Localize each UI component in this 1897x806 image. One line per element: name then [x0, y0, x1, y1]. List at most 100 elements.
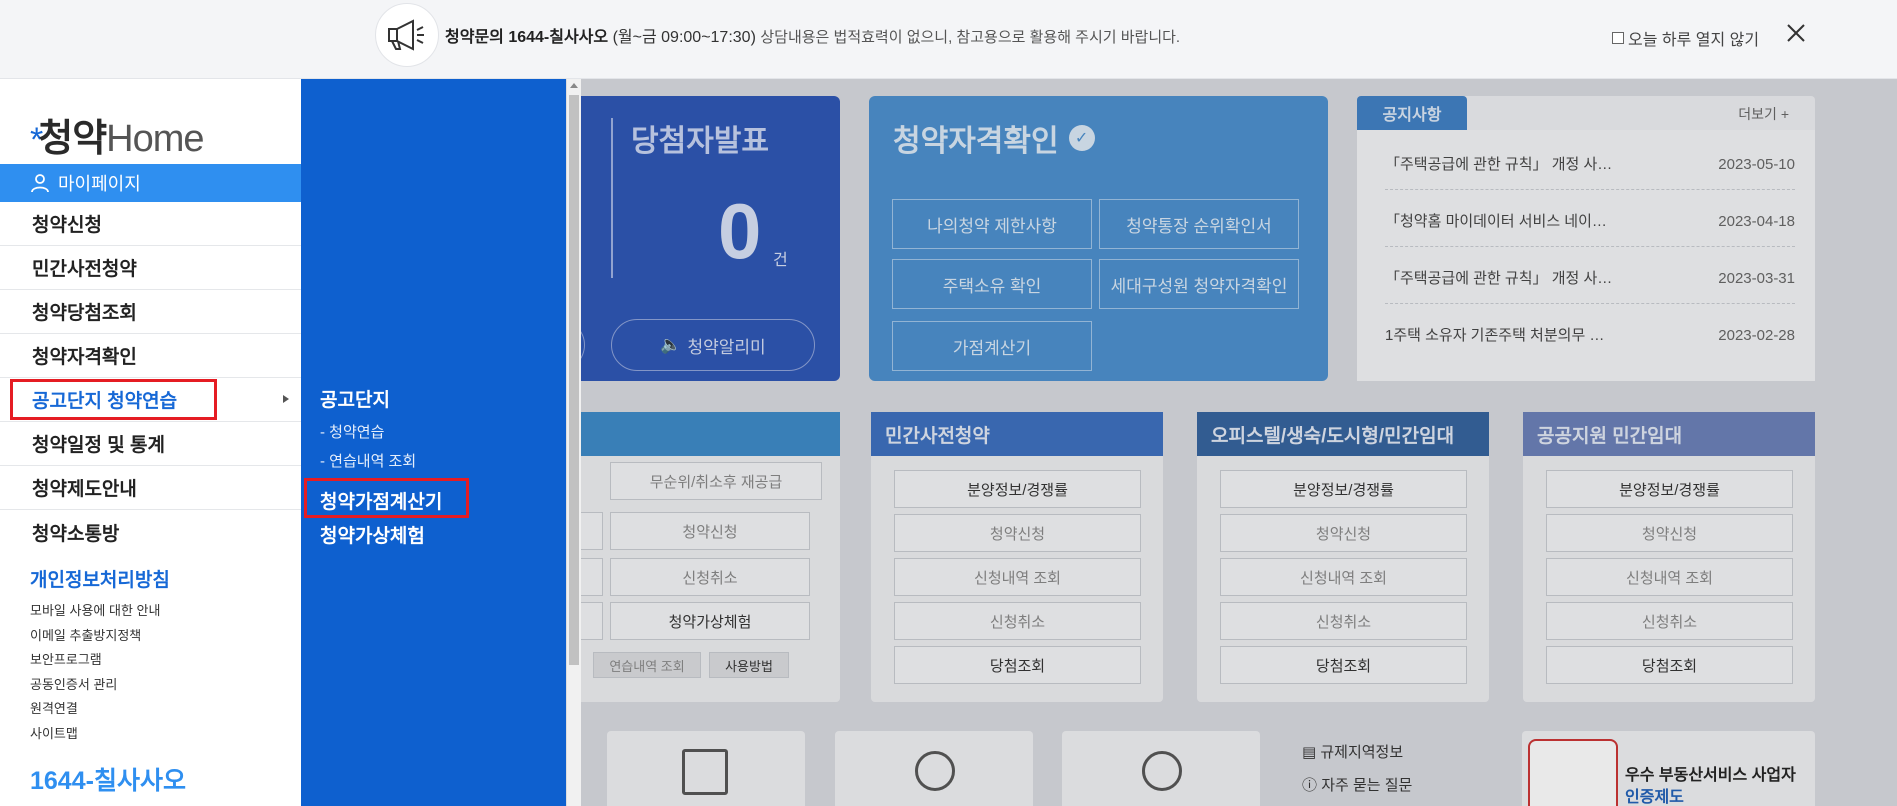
- submenu-point-calculator[interactable]: 청약가점계산기: [320, 487, 442, 514]
- regulation-link[interactable]: ▤ 규제지역정보: [1302, 741, 1403, 762]
- regulation-label[interactable]: 규제지역정보: [1320, 744, 1403, 761]
- notice-row[interactable]: 1주택 소유자 기존주택 처분의무 … 2023-02-28: [1385, 304, 1795, 361]
- virtual-experience-cell[interactable]: 청약가상체험: [610, 602, 810, 640]
- menu-item-winner-check[interactable]: 청약당첨조회: [0, 290, 301, 334]
- menu-label[interactable]: 청약일정 및 통계: [32, 430, 165, 457]
- notice-text: 청약문의 1644-칠사사오 (월~금 09:00~17:30) 상담내용은 법…: [445, 23, 1180, 47]
- close-icon[interactable]: [1785, 22, 1807, 44]
- user-icon: [31, 174, 49, 193]
- notice-row[interactable]: 「주택공급에 관한 규칙」 개정 사… 2023-03-31: [1385, 247, 1795, 304]
- submenu-history-link[interactable]: - 연습내역 조회: [320, 450, 416, 471]
- footer-link[interactable]: 모바일 사용에 대한 안내: [30, 600, 160, 625]
- menu-label[interactable]: 청약제도안내: [32, 474, 137, 501]
- menu-item-communication[interactable]: 청약소통방: [0, 510, 301, 554]
- quick-link-card[interactable]: [607, 731, 805, 806]
- reissue-cell[interactable]: 무순위/취소후 재공급: [610, 462, 822, 500]
- winner-check-cell[interactable]: 당첨조회: [1220, 646, 1467, 684]
- alarm-button[interactable]: 🔈 청약알리미: [611, 319, 815, 371]
- menu-item-schedule[interactable]: 청약일정 및 통계: [0, 422, 301, 466]
- footer-link[interactable]: 이메일 추출방지정책: [30, 625, 160, 650]
- call-center-number: 1644-칠사사오: [30, 767, 186, 795]
- menu-item-qualification[interactable]: 청약자격확인: [0, 334, 301, 378]
- cancel-cell[interactable]: 신청취소: [1546, 602, 1793, 640]
- card-head: 공공지원 민간임대: [1523, 412, 1815, 456]
- faq-label[interactable]: 자주 묻는 질문: [1321, 777, 1412, 794]
- consultant-icon: [1142, 751, 1182, 791]
- award-card[interactable]: 우수 부동산서비스 사업자 인증제도: [1522, 731, 1815, 806]
- notice-row[interactable]: 「청약홈 마이데이터 서비스 네이… 2023-04-18: [1385, 190, 1795, 247]
- apply-cell[interactable]: 청약신청: [1546, 514, 1793, 552]
- notice-hours: (월~금 09:00~17:30): [612, 29, 756, 46]
- house-ownership-button[interactable]: 주택소유 확인: [892, 259, 1092, 309]
- more-link[interactable]: 더보기 +: [1738, 104, 1789, 124]
- menu-item-guide[interactable]: 청약제도안내: [0, 466, 301, 510]
- card-public-sale: 무순위/취소후 재공급 청약신청 신청취소 청약가상체험 연습내역 조회 사용방…: [553, 412, 840, 702]
- notice-tab[interactable]: 공지사항: [1357, 96, 1467, 130]
- menu-label[interactable]: 민간사전청약: [32, 254, 137, 281]
- logo-home: Home: [106, 118, 204, 160]
- history-cell[interactable]: 신청내역 조회: [1220, 558, 1467, 596]
- submenu-practice-link[interactable]: - 청약연습: [320, 421, 384, 442]
- menu-label[interactable]: 청약자격확인: [32, 342, 137, 369]
- winner-check-cell[interactable]: 당첨조회: [894, 646, 1141, 684]
- apply-cell[interactable]: 청약신청: [1220, 514, 1467, 552]
- more-label[interactable]: 더보기: [1738, 106, 1777, 122]
- scroll-thumb[interactable]: [569, 95, 579, 665]
- quick-link-card[interactable]: [1062, 731, 1260, 806]
- menu-label[interactable]: 청약소통방: [32, 519, 119, 546]
- notice-row[interactable]: 「주택공급에 관한 규칙」 개정 사… 2023-05-10: [1385, 133, 1795, 190]
- menu-item-apply[interactable]: 청약신청: [0, 202, 301, 246]
- notice-title[interactable]: 「청약홈 마이데이터 서비스 네이…: [1385, 210, 1607, 231]
- history-cell[interactable]: 신청내역 조회: [894, 558, 1141, 596]
- cancel-cell[interactable]: 신청취소: [894, 602, 1141, 640]
- sale-info-cell[interactable]: 분양정보/경쟁률: [1546, 470, 1793, 508]
- history-cell[interactable]: 신청내역 조회: [1546, 558, 1793, 596]
- how-to-use-cell[interactable]: 사용방법: [709, 652, 789, 678]
- quick-link-card[interactable]: [835, 731, 1033, 806]
- winner-check-cell[interactable]: 당첨조회: [1546, 646, 1793, 684]
- sale-info-cell[interactable]: 분양정보/경쟁률: [1220, 470, 1467, 508]
- household-qualification-button[interactable]: 세대구성원 청약자격확인: [1099, 259, 1299, 309]
- notice-disclaimer: 상담내용은 법적효력이 없으니, 참고용으로 활용해 주시기 바랍니다.: [760, 29, 1181, 46]
- menu-label[interactable]: 청약당첨조회: [32, 298, 137, 325]
- submenu-announced-complex[interactable]: 공고단지: [320, 385, 390, 412]
- footer-link[interactable]: 사이트맵: [30, 723, 160, 748]
- scroll-up-icon[interactable]: [570, 83, 578, 88]
- notice-title[interactable]: 「주택공급에 관한 규칙」 개정 사…: [1385, 153, 1612, 174]
- notice-title[interactable]: 「주택공급에 관한 규칙」 개정 사…: [1385, 267, 1612, 288]
- submenu-virtual-experience[interactable]: 청약가상체험: [320, 521, 425, 548]
- restriction-button[interactable]: 나의청약 제한사항: [892, 199, 1092, 249]
- submenu-panel: 공고단지 - 청약연습 - 연습내역 조회 청약가점계산기 청약가상체험: [301, 79, 581, 806]
- plus-icon[interactable]: +: [1781, 106, 1789, 122]
- footer-link[interactable]: 보안프로그램: [30, 649, 160, 674]
- side-menu: * 청약 Home 마이페이지 청약신청 민간사전청약 청약당첨조회 청약자격확…: [0, 79, 301, 806]
- footer-link[interactable]: 원격연결: [30, 698, 160, 723]
- skip-today-label[interactable]: 오늘 하루 열지 않기: [1628, 26, 1759, 50]
- notice-title[interactable]: 1주택 소유자 기존주택 처분의무 …: [1385, 324, 1604, 345]
- mypage-label[interactable]: 마이페이지: [58, 170, 141, 196]
- scrollbar[interactable]: [566, 79, 581, 806]
- site-logo[interactable]: * 청약 Home: [30, 107, 205, 162]
- faq-link[interactable]: ⓘ 자주 묻는 질문: [1302, 774, 1412, 795]
- point-calculator-button[interactable]: 가점계산기: [892, 321, 1092, 371]
- divider: [611, 118, 613, 278]
- apply-cell[interactable]: 청약신청: [610, 512, 810, 550]
- qualification-card: 청약자격확인 ✓ 나의청약 제한사항 청약통장 순위확인서 주택소유 확인 세대…: [869, 96, 1328, 381]
- sale-info-cell[interactable]: 분양정보/경쟁률: [894, 470, 1141, 508]
- footer-links: 모바일 사용에 대한 안내 이메일 추출방지정책 보안프로그램 공동인증서 관리…: [30, 600, 160, 747]
- speaker-icon: 🔈: [660, 335, 682, 354]
- rank-certificate-button[interactable]: 청약통장 순위확인서: [1099, 199, 1299, 249]
- practice-history-cell[interactable]: 연습내역 조회: [593, 652, 701, 678]
- mypage-button[interactable]: 마이페이지: [0, 164, 301, 202]
- menu-label[interactable]: 청약신청: [32, 210, 102, 237]
- skip-today-checkbox[interactable]: 오늘 하루 열지 않기: [1612, 26, 1759, 50]
- footer-link[interactable]: 공동인증서 관리: [30, 674, 160, 699]
- cancel-cell[interactable]: 신청취소: [610, 558, 810, 596]
- menu-item-practice[interactable]: 공고단지 청약연습: [0, 378, 301, 422]
- apply-cell[interactable]: 청약신청: [894, 514, 1141, 552]
- privacy-policy-link[interactable]: 개인정보처리방침: [30, 565, 170, 592]
- cancel-cell[interactable]: 신청취소: [1220, 602, 1467, 640]
- winners-title: 당첨자발표: [631, 125, 769, 158]
- menu-item-private-pre-sale[interactable]: 민간사전청약: [0, 246, 301, 290]
- checkbox-icon[interactable]: [1612, 32, 1624, 44]
